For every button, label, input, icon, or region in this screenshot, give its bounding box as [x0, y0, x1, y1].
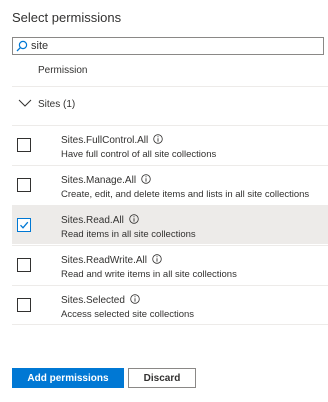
permission-description: Access selected site collections [61, 309, 195, 320]
permission-description: Create, edit, and delete items and lists… [61, 189, 310, 200]
permission-name: Sites.Manage.All [61, 174, 151, 187]
add-permissions-button[interactable]: Add permissions [12, 368, 124, 388]
permission-name: Sites.ReadWrite.All [61, 254, 162, 267]
header-divider [12, 86, 328, 87]
search-icon [16, 40, 28, 52]
permission-name-text: Sites.Read.All [61, 215, 124, 226]
permission-name: Sites.Read.All [61, 214, 139, 227]
permission-row[interactable]: Sites.Selected Access selected site colle… [12, 285, 328, 324]
permission-row[interactable]: Sites.Manage.All Create, edit, and delete… [12, 165, 328, 204]
group-label: Sites (1) [38, 99, 76, 110]
permission-name: Sites.Selected [61, 294, 140, 307]
info-icon[interactable] [130, 294, 140, 307]
permission-checkbox[interactable] [17, 178, 31, 192]
permission-name-text: Sites.Selected [61, 295, 125, 306]
panel-title: Select permissions [12, 10, 122, 25]
info-icon[interactable] [141, 174, 151, 187]
list-divider [12, 324, 328, 325]
permission-name: Sites.FullControl.All [61, 134, 163, 147]
permission-checkbox[interactable] [17, 218, 31, 232]
permission-name-text: Sites.Manage.All [61, 175, 137, 186]
info-icon[interactable] [152, 254, 162, 267]
permission-row[interactable]: Sites.ReadWrite.All Read and write items … [12, 245, 328, 284]
permission-row[interactable]: Sites.Read.All Read items in all site col… [12, 205, 328, 244]
search-input[interactable] [31, 38, 311, 54]
info-icon[interactable] [153, 134, 163, 147]
permission-column-header: Permission [38, 65, 88, 76]
sites-group-toggle[interactable]: Sites (1) [12, 91, 328, 117]
permission-checkbox[interactable] [17, 138, 31, 152]
checkmark-icon [20, 221, 29, 229]
search-box[interactable] [12, 37, 324, 55]
permission-name-text: Sites.FullControl.All [61, 135, 149, 146]
permission-description: Read and write items in all site collect… [61, 269, 237, 280]
permission-row[interactable]: Sites.FullControl.All Have full control o… [12, 125, 328, 164]
permission-checkbox[interactable] [17, 258, 31, 272]
permission-checkbox[interactable] [17, 298, 31, 312]
permission-description: Have full control of all site collection… [61, 149, 217, 160]
discard-button[interactable]: Discard [128, 368, 196, 388]
permission-name-text: Sites.ReadWrite.All [61, 255, 147, 266]
chevron-down-icon [18, 99, 32, 107]
info-icon[interactable] [129, 214, 139, 227]
permission-description: Read items in all site collections [61, 229, 196, 240]
